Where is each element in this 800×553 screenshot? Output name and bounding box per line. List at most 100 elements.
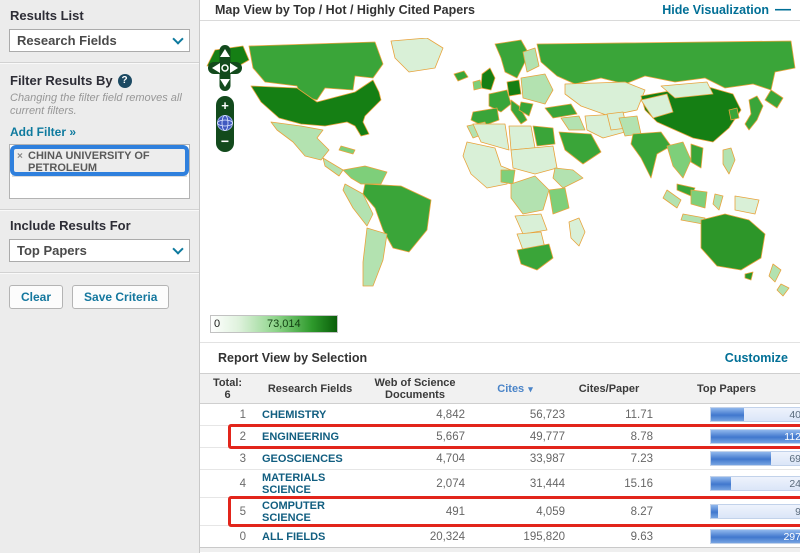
row-cites-value: 49,777 xyxy=(465,426,565,447)
table-row[interactable]: 4 MATERIALS SCIENCE 2,074 31,444 15.16 2… xyxy=(200,470,800,498)
row-docs-value: 4,842 xyxy=(365,404,465,425)
top-papers-value: 40 xyxy=(789,409,800,421)
filter-tag[interactable]: × CHINA UNIVERSITY OF PETROLEUM xyxy=(12,147,187,177)
top-papers-bar: 24 xyxy=(710,476,800,491)
row-docs-value: 491 xyxy=(365,498,465,525)
include-results-value: Top Papers xyxy=(17,243,87,258)
report-view-title: Report View by Selection xyxy=(218,351,725,365)
top-papers-bar-fill xyxy=(711,505,718,518)
top-papers-bar: 9 xyxy=(710,504,800,519)
column-cites-sort[interactable]: Cites ▾ xyxy=(465,374,565,403)
row-cites-value: 31,444 xyxy=(465,470,565,497)
table-row[interactable]: 1 CHEMISTRY 4,842 56,723 11.71 40 xyxy=(200,404,800,426)
results-list-label: Results List xyxy=(9,6,190,29)
top-papers-value: 69 xyxy=(789,453,800,465)
chevron-down-icon xyxy=(172,243,183,254)
save-criteria-button[interactable]: Save Criteria xyxy=(72,285,169,309)
include-results-select[interactable]: Top Papers xyxy=(9,239,190,262)
map-pan-control[interactable] xyxy=(208,45,242,92)
row-docs-value: 20,324 xyxy=(365,526,465,547)
row-cites-per-paper-value: 8.78 xyxy=(565,426,653,447)
help-icon[interactable]: ? xyxy=(118,74,132,88)
sidebar-actions: Clear Save Criteria xyxy=(0,273,199,321)
top-papers-cell: 24 xyxy=(653,470,800,497)
total-header: Total: 6 xyxy=(200,374,255,403)
results-list-value: Research Fields xyxy=(17,33,117,48)
results-list-select[interactable]: Research Fields xyxy=(9,29,190,52)
remove-filter-icon[interactable]: × xyxy=(17,151,23,163)
map-view-title: Map View by Top / Hot / Highly Cited Pap… xyxy=(215,3,662,17)
field-link[interactable]: GEOSCIENCES xyxy=(255,448,365,469)
zoom-out-icon: − xyxy=(221,133,229,149)
map-zoom-control[interactable]: + − xyxy=(215,95,235,153)
row-rank: 4 xyxy=(200,470,255,497)
table-row[interactable]: 3 GEOSCIENCES 4,704 33,987 7.23 69 xyxy=(200,448,800,470)
row-docs-value: 2,074 xyxy=(365,470,465,497)
table-header-row: Total: 6 Research Fields Web of Science … xyxy=(200,373,800,404)
include-results-label: Include Results For xyxy=(9,216,190,239)
filter-note: Changing the filter field removes all cu… xyxy=(9,92,187,118)
column-top-papers: Top Papers xyxy=(653,374,800,403)
filter-by-label: Filter Results By xyxy=(10,73,113,88)
esi-page: Results List Research Fields Filter Resu… xyxy=(0,0,800,553)
add-filter-link[interactable]: Add Filter » xyxy=(9,125,76,139)
clear-button[interactable]: Clear xyxy=(9,285,63,309)
top-papers-cell: 69 xyxy=(653,448,800,469)
row-cites-value: 56,723 xyxy=(465,404,565,425)
table-row[interactable]: 5 COMPUTER SCIENCE 491 4,059 8.27 9 xyxy=(200,498,800,526)
field-link[interactable]: CHEMISTRY xyxy=(255,404,365,425)
row-cites-value: 4,059 xyxy=(465,498,565,525)
collapse-icon[interactable]: — xyxy=(775,1,790,19)
row-docs-value: 4,704 xyxy=(365,448,465,469)
row-rank: 0 xyxy=(200,526,255,547)
top-papers-cell: 40 xyxy=(653,404,800,425)
top-papers-bar-fill xyxy=(711,477,731,490)
zoom-in-icon: + xyxy=(221,98,229,113)
row-cites-per-paper-value: 7.23 xyxy=(565,448,653,469)
chevron-down-icon xyxy=(172,33,183,44)
row-rank: 2 xyxy=(200,426,255,447)
active-filters-list[interactable]: × CHINA UNIVERSITY OF PETROLEUM xyxy=(9,144,190,199)
map-countries[interactable] xyxy=(207,38,795,296)
top-papers-bar: 112 xyxy=(710,429,800,444)
main-panel: Map View by Top / Hot / Highly Cited Pap… xyxy=(200,0,800,553)
column-cites-per-paper: Cites/Paper xyxy=(565,374,653,403)
top-papers-cell: 9 xyxy=(653,498,800,525)
customize-link[interactable]: Customize xyxy=(725,351,788,365)
row-docs-value: 5,667 xyxy=(365,426,465,447)
world-map[interactable] xyxy=(205,38,797,306)
results-list-section: Results List Research Fields xyxy=(0,0,199,63)
total-count: 6 xyxy=(224,389,230,401)
field-link[interactable]: MATERIALS SCIENCE xyxy=(255,470,365,497)
row-cites-per-paper-value: 8.27 xyxy=(565,498,653,525)
top-papers-cell: 297 xyxy=(653,526,800,547)
world-map-area: + − 0 73,014 xyxy=(200,21,800,343)
table-row[interactable]: 0 ALL FIELDS 20,324 195,820 9.63 297 xyxy=(200,526,800,548)
legend-max-value: 73,014 xyxy=(267,318,301,330)
hide-visualization-link[interactable]: Hide Visualization xyxy=(662,3,769,17)
report-view-header: Report View by Selection Customize xyxy=(200,343,800,373)
report-table: Total: 6 Research Fields Web of Science … xyxy=(200,373,800,548)
filter-tag-label: CHINA UNIVERSITY OF PETROLEUM xyxy=(28,150,150,174)
field-link[interactable]: ALL FIELDS xyxy=(255,526,365,547)
column-wos-documents: Web of Science Documents xyxy=(365,374,465,403)
row-cites-per-paper-value: 11.71 xyxy=(565,404,653,425)
top-papers-bar: 69 xyxy=(710,451,800,466)
choropleth-legend: 0 73,014 xyxy=(210,315,338,333)
row-rank: 1 xyxy=(200,404,255,425)
report-table-body: 1 CHEMISTRY 4,842 56,723 11.71 40 2 ENGI… xyxy=(200,404,800,548)
filters-sidebar: Results List Research Fields Filter Resu… xyxy=(0,0,200,553)
row-rank: 3 xyxy=(200,448,255,469)
legend-min-value: 0 xyxy=(214,318,220,330)
globe-icon xyxy=(218,116,233,131)
table-row[interactable]: 2 ENGINEERING 5,667 49,777 8.78 112 xyxy=(200,426,800,448)
top-papers-value: 24 xyxy=(789,478,800,490)
top-papers-cell: 112 xyxy=(653,426,800,447)
top-papers-bar-fill xyxy=(711,408,744,421)
column-research-fields: Research Fields xyxy=(255,374,365,403)
filter-by-section: Filter Results By ? Changing the filter … xyxy=(0,63,199,210)
field-link[interactable]: ENGINEERING xyxy=(255,426,365,447)
page-bottom-strip xyxy=(200,548,800,552)
top-papers-bar: 297 xyxy=(710,529,800,544)
field-link[interactable]: COMPUTER SCIENCE xyxy=(255,498,365,525)
